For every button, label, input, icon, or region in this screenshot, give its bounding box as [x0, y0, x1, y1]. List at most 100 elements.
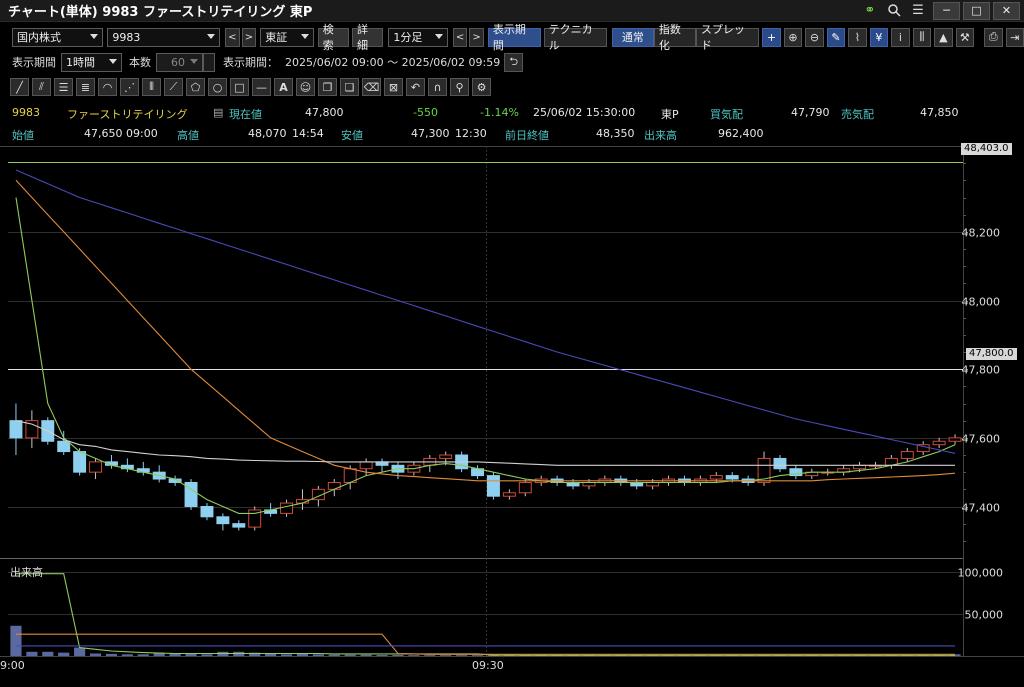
search-button[interactable]: 検索: [317, 23, 350, 52]
candle-body: [725, 475, 739, 480]
volume-tick-label: 50,000: [965, 609, 1004, 622]
arc-icon[interactable]: ◠: [98, 78, 117, 96]
normal-button[interactable]: 通常: [611, 27, 654, 47]
search-icon[interactable]: [882, 0, 906, 22]
market-select[interactable]: 国内株式: [12, 27, 104, 47]
candle-body: [948, 437, 962, 442]
parallel-line-icon[interactable]: ⫽: [32, 78, 51, 96]
prev-code-button[interactable]: <: [224, 27, 240, 47]
horizontal-lines-icon[interactable]: ☰: [54, 78, 73, 96]
yen-icon[interactable]: ¥: [869, 27, 889, 47]
spread-button[interactable]: スプレッド: [695, 23, 760, 52]
minimize-button[interactable]: ─: [933, 1, 960, 20]
vertical-lines-icon[interactable]: ⦀: [142, 78, 161, 96]
gann-icon[interactable]: ⟋: [164, 78, 183, 96]
open-value: 47,650: [84, 127, 123, 140]
volume-bar: [408, 655, 420, 656]
period-select[interactable]: 1時間: [61, 52, 122, 72]
toolbar-period: 表示期間 1時間 本数 60 表示期間： 2025/06/02 09:00 ～ …: [0, 51, 1024, 73]
plus-icon[interactable]: +: [762, 27, 781, 47]
volume-bar: [26, 651, 38, 656]
candle-body: [359, 461, 373, 470]
candle-body: [773, 457, 787, 470]
x-tick-0: 9:00: [0, 659, 25, 672]
interval-select[interactable]: 1分足: [388, 27, 448, 47]
candle-settings-icon[interactable]: ⫼: [912, 27, 932, 47]
volume-bar: [328, 654, 340, 656]
quote-row-2: 始値 47,650 09:00 高値 48,070 14:54 安値 47,30…: [0, 124, 1024, 143]
volume-bar: [424, 655, 436, 656]
undo-icon[interactable]: ↶: [406, 78, 425, 96]
volume-bar: [392, 654, 404, 656]
volume-bar: [185, 653, 197, 656]
close-button[interactable]: ✕: [993, 1, 1020, 20]
document-icon: ▤: [213, 106, 224, 119]
exchange-select[interactable]: 東証: [260, 27, 314, 47]
change-value: -550: [413, 106, 438, 119]
volume-bar: [471, 655, 484, 656]
wave-chart-icon[interactable]: ⌇: [848, 27, 867, 47]
eraser-icon[interactable]: ⌫: [362, 78, 381, 96]
bid-value: 47,790: [791, 106, 830, 119]
candle-body: [280, 502, 294, 514]
maximize-button[interactable]: □: [963, 1, 990, 20]
reset-period-icon[interactable]: ⮌: [504, 52, 524, 72]
volume-bar: [137, 654, 149, 656]
count-spinner[interactable]: [203, 52, 215, 72]
price-line-1: [15, 179, 956, 482]
next-code-button[interactable]: >: [241, 27, 257, 47]
display-period-button[interactable]: 表示期間: [487, 23, 541, 52]
fan-icon[interactable]: ⋰: [120, 78, 139, 96]
circle-icon[interactable]: ○: [208, 78, 227, 96]
candle-body: [502, 492, 516, 497]
quote-market: 東P: [661, 108, 679, 121]
print-icon[interactable]: ⎙: [984, 27, 1003, 47]
wrench-icon[interactable]: ⚒: [955, 27, 975, 47]
pentagon-icon[interactable]: ⬠: [186, 78, 205, 96]
link-icon[interactable]: ⚭: [858, 0, 882, 22]
period-label: 表示期間: [12, 56, 56, 69]
export-icon[interactable]: ⇥: [1005, 27, 1024, 47]
next-interval-button[interactable]: >: [469, 27, 484, 47]
icon-stamp-icon[interactable]: ☺: [296, 78, 315, 96]
menu-icon[interactable]: ☰: [906, 0, 930, 22]
high-time: 14:54: [292, 127, 324, 140]
price-line-0: [15, 197, 956, 514]
prev-close-value: 48,350: [596, 127, 635, 140]
quote-name: ファーストリテイリング: [67, 108, 188, 121]
prev-interval-button[interactable]: <: [452, 27, 468, 47]
volume-bar: [296, 653, 309, 656]
technical-button[interactable]: テクニカル: [543, 23, 607, 52]
zoom-in-icon[interactable]: ⊕: [783, 27, 803, 47]
area-chart-icon[interactable]: ▲: [934, 27, 953, 47]
fibonacci-icon[interactable]: ≣: [76, 78, 95, 96]
volume-line-1: [16, 633, 955, 655]
text-icon[interactable]: A: [274, 78, 293, 96]
rectangle-icon[interactable]: □: [230, 78, 249, 96]
code-select[interactable]: 9983: [107, 27, 220, 47]
low-time: 12:30: [455, 127, 487, 140]
indexed-button[interactable]: 指数化: [653, 23, 696, 52]
copy-icon[interactable]: ❐: [318, 78, 337, 96]
zoom-out-icon[interactable]: ⊖: [805, 27, 824, 47]
window-title: チャート(単体) 9983 ファーストリテイリング 東P: [8, 5, 313, 20]
trendline-icon[interactable]: ╱: [10, 78, 29, 96]
paste-icon[interactable]: ❏: [340, 78, 359, 96]
pencil-icon[interactable]: ✎: [826, 27, 846, 47]
count-input[interactable]: 60: [156, 52, 203, 72]
volume-bar: [58, 652, 70, 656]
info-icon[interactable]: i: [891, 27, 910, 47]
magnet-icon[interactable]: ∩: [428, 78, 447, 96]
line-icon[interactable]: —: [252, 78, 271, 96]
chart-svg[interactable]: 47,400 47,600 47,800 48,000 48,200 50,000 100,…: [0, 146, 1024, 687]
price-tick-label: 47,400: [962, 502, 1001, 515]
price-tick-label: 48,200: [962, 227, 1001, 240]
draw-settings-icon[interactable]: ⚙: [472, 78, 491, 96]
pin-icon[interactable]: ⚲: [450, 78, 469, 96]
prev-close-label: 前日終値: [505, 129, 549, 142]
high-value: 48,070: [248, 127, 287, 140]
price-line-3: [15, 420, 955, 466]
detail-button[interactable]: 詳細: [352, 23, 384, 52]
chart-area[interactable]: 47,400 47,600 47,800 48,000 48,200 50,000 100,…: [0, 143, 1024, 687]
delete-all-icon[interactable]: ⊠: [384, 78, 403, 96]
